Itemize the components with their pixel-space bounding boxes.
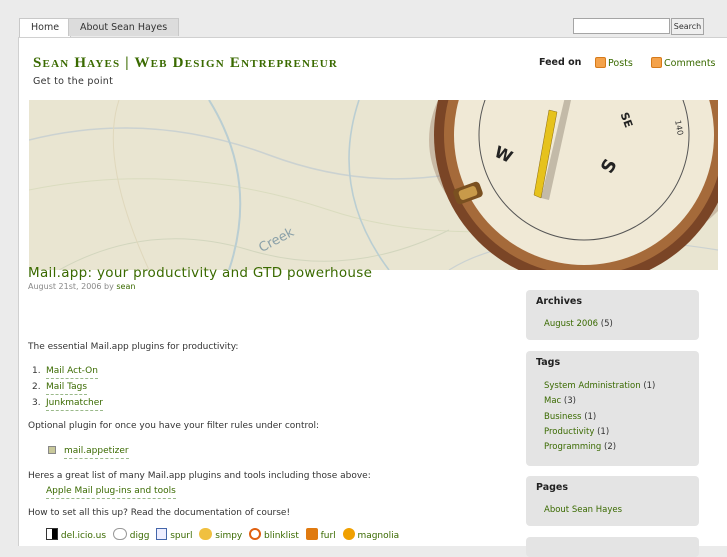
post-optional-text: Optional plugin for once you have your f… — [28, 421, 320, 431]
feed-posts-link[interactable]: Posts — [595, 57, 633, 69]
post-list-text: Heres a great list of many Mail.app plug… — [28, 471, 371, 481]
tag-label: System Administration — [544, 381, 641, 391]
post-title[interactable]: Mail.app: your productivity and GTD powe… — [28, 265, 372, 281]
social-link-digg[interactable]: digg — [130, 531, 150, 541]
tag-label: Mac — [544, 396, 562, 406]
sidebar-item-page[interactable]: About Sean Hayes — [544, 505, 622, 515]
header-image: Creek 38 W S SE 140 — [29, 100, 718, 270]
archive-label: August 2006 — [544, 319, 599, 329]
feed-comments-label: Comments — [664, 58, 716, 69]
sidebar-next-block — [526, 537, 699, 557]
list-item: 2. Mail Tags — [32, 382, 88, 395]
sidebar-item-tag[interactable]: Productivity (1) — [544, 427, 609, 437]
tag-label: Productivity — [544, 427, 595, 437]
rss-icon — [651, 57, 662, 68]
tag-count: (1) — [643, 381, 656, 391]
site-tagline: Get to the point — [33, 76, 114, 87]
post-setup-text: How to set all this up? Read the documen… — [28, 508, 291, 518]
tab-home[interactable]: Home — [19, 18, 72, 38]
sidebar-item-tag[interactable]: Programming (2) — [544, 442, 616, 452]
sidebar-pages-title: Pages — [536, 482, 569, 493]
spurl-icon — [156, 528, 168, 540]
sidebar-tags: Tags System Administration (1) Mac (3) B… — [526, 351, 699, 466]
post-author[interactable]: sean — [116, 282, 135, 291]
list-item: 1. Mail Act-On — [32, 366, 98, 379]
search-input[interactable] — [573, 18, 670, 34]
sidebar-archives-title: Archives — [536, 296, 582, 307]
tag-count: (1) — [584, 412, 597, 422]
delicious-icon — [46, 528, 58, 540]
sidebar-item-tag[interactable]: Business (1) — [544, 412, 596, 422]
sidebar-archives: Archives August 2006 (5) — [526, 290, 699, 340]
feed-label: Feed on — [539, 57, 582, 68]
feed-comments-link[interactable]: Comments — [651, 57, 716, 69]
sidebar-item-tag[interactable]: Mac (3) — [544, 396, 576, 406]
apple-mail-plugins-item: Apple Mail plug-ins and tools — [46, 486, 176, 499]
site-title[interactable]: Sean Hayes | Web Design Entrepreneur — [33, 55, 338, 72]
feed-posts-label: Posts — [608, 58, 633, 69]
tab-about-sean-hayes[interactable]: About Sean Hayes — [68, 18, 180, 36]
plugin-link-mail-act-on[interactable]: Mail Act-On — [46, 366, 98, 379]
magnolia-icon — [342, 528, 355, 540]
social-link-furl[interactable]: furl — [321, 531, 336, 541]
rss-icon — [595, 57, 606, 68]
plugin-link-mail-appetizer[interactable]: mail.appetizer — [64, 446, 129, 459]
post-meta: August 21st, 2006 by sean — [28, 282, 135, 291]
furl-icon — [305, 528, 318, 540]
compass-map-image: Creek 38 W S SE 140 — [29, 100, 718, 270]
tag-count: (2) — [604, 442, 617, 452]
simpy-icon — [199, 528, 213, 540]
search-button[interactable]: Search — [671, 18, 704, 35]
post-intro: The essential Mail.app plugins for produ… — [28, 342, 239, 352]
blinklist-icon — [249, 528, 262, 540]
social-link-simpy[interactable]: simpy — [215, 531, 242, 541]
plugin-link-junkmatcher[interactable]: Junkmatcher — [46, 398, 103, 411]
archive-count: (5) — [600, 319, 613, 329]
social-link-magnolia[interactable]: magnolia — [357, 531, 399, 541]
sidebar-tags-title: Tags — [536, 357, 561, 368]
apple-mail-plugins-link[interactable]: Apple Mail plug-ins and tools — [46, 486, 176, 499]
sidebar-pages: Pages About Sean Hayes — [526, 476, 699, 526]
post-date: August 21st, 2006 by — [28, 282, 114, 291]
social-link-blinklist[interactable]: blinklist — [264, 531, 299, 541]
optional-plugin-item: mail.appetizer — [64, 446, 129, 459]
sidebar-item-tag[interactable]: System Administration (1) — [544, 381, 655, 391]
bullet-icon — [48, 446, 56, 457]
sidebar-item-archive[interactable]: August 2006 (5) — [544, 319, 613, 329]
tag-count: (1) — [597, 427, 610, 437]
social-bookmarks: del.icio.us digg spurl simpy blinklist f… — [46, 528, 399, 541]
tag-count: (3) — [563, 396, 576, 406]
list-item: 3. Junkmatcher — [32, 398, 103, 411]
plugin-link-mail-tags[interactable]: Mail Tags — [46, 382, 88, 395]
social-link-spurl[interactable]: spurl — [170, 531, 192, 541]
tag-label: Business — [544, 412, 582, 422]
top-nav-bar: Home About Sean Hayes Search — [0, 0, 727, 38]
social-link-delicious[interactable]: del.icio.us — [61, 531, 106, 541]
digg-icon — [112, 528, 127, 540]
tag-label: Programming — [544, 442, 602, 452]
